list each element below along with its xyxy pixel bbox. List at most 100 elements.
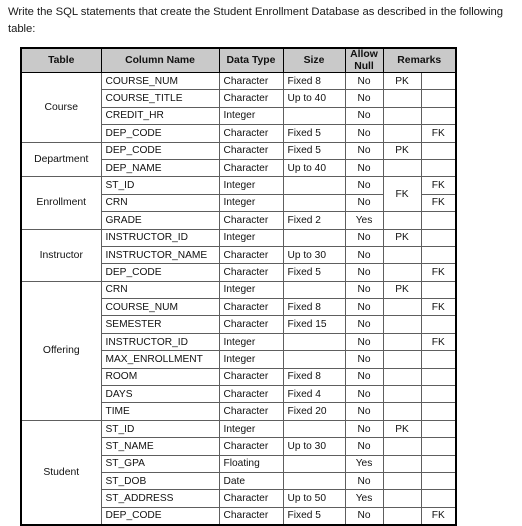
cell-column-name: DEP_CODE [100,506,220,526]
cell-remarks-pk [382,437,422,456]
cell-size [282,454,346,473]
cell-remarks-pk: PK [382,71,422,91]
cell-data-type: Date [218,471,284,491]
cell-allow-null: No [344,71,384,91]
cell-column-name: ST_GPA [100,454,220,473]
cell-remarks-fk [420,489,457,508]
cell-allow-null: Yes [344,454,384,473]
cell-remarks-fk [420,437,457,456]
cell-data-type: Integer [218,193,284,213]
table-row: Course COURSE_NUM Character Fixed 8 No PK [20,71,457,143]
cell-column-name: ST_ID [100,419,220,439]
cell-remarks-pk [382,367,422,387]
table-group-name: Offering [20,280,102,421]
cell-column-name: COURSE_NUM [100,298,220,317]
cell-remarks-pk [382,471,422,491]
cell-remarks-fk [420,315,457,334]
table-row: Instructor INSTRUCTOR_ID Integer No PK [20,228,457,282]
header-table: Table [20,47,102,73]
cell-remarks-pk [382,211,422,230]
cell-remarks-pk: FK [382,176,422,213]
cell-column-name: COURSE_NUM [100,71,220,91]
cell-allow-null: Yes [344,211,384,230]
database-spec-table: Table Column Name Data Type Size Allow Nu… [20,47,457,526]
cell-data-type: Character [218,158,284,178]
cell-remarks-pk: PK [382,228,422,247]
cell-column-name: DEP_NAME [100,158,220,178]
cell-size: Up to 30 [282,437,346,456]
cell-remarks-fk [420,211,457,230]
cell-size: Fixed 4 [282,385,346,404]
cell-column-name: ST_ID [100,176,220,195]
cell-allow-null: No [344,402,384,421]
cell-column-name: DAYS [100,385,220,404]
cell-allow-null: No [344,350,384,369]
cell-data-type: Integer [218,350,284,369]
cell-column-name: INSTRUCTOR_ID [100,332,220,352]
header-data-type: Data Type [218,47,284,73]
table-body: Course COURSE_NUM Character Fixed 8 No PK COUR… [20,71,457,526]
header-remarks: Remarks [382,47,457,73]
cell-data-type: Character [218,367,284,387]
cell-remarks-fk: FK [420,332,457,352]
cell-remarks-fk [420,71,457,91]
cell-size [282,176,346,195]
cell-size: Up to 40 [282,89,346,108]
cell-size: Fixed 5 [282,141,346,160]
cell-remarks-pk [382,245,422,265]
cell-data-type: Integer [218,280,284,300]
cell-column-name: INSTRUCTOR_ID [100,228,220,247]
cell-allow-null: No [344,471,384,491]
cell-data-type: Integer [218,228,284,247]
cell-data-type: Character [218,385,284,404]
cell-allow-null: No [344,506,384,526]
cell-remarks-pk: PK [382,141,422,160]
cell-allow-null: No [344,419,384,439]
cell-allow-null: No [344,315,384,334]
cell-column-name: TIME [100,402,220,421]
cell-size: Fixed 8 [282,367,346,387]
cell-remarks-fk: FK [420,263,457,282]
cell-remarks-pk [382,454,422,473]
cell-remarks-fk [420,89,457,108]
cell-column-name: INSTRUCTOR_NAME [100,245,220,265]
table-group-name: Student [20,419,102,526]
cell-size [282,280,346,300]
cell-allow-null: No [344,263,384,282]
cell-remarks-pk [382,506,422,526]
cell-data-type: Character [218,298,284,317]
cell-allow-null: No [344,280,384,300]
cell-column-name: DEP_CODE [100,263,220,282]
cell-data-type: Character [218,245,284,265]
cell-column-name: GRADE [100,211,220,230]
cell-remarks-fk [420,280,457,300]
document-page: Write the SQL statements that create the… [0,0,522,526]
cell-data-type: Floating [218,454,284,473]
cell-remarks-fk [420,228,457,247]
cell-allow-null: No [344,437,384,456]
cell-remarks-pk [382,106,422,126]
header-column-name: Column Name [100,47,220,73]
page-title: Write the SQL statements that create the… [8,6,503,35]
header-allow-null: Allow Null [344,47,384,73]
cell-column-name: ST_DOB [100,471,220,491]
cell-size [282,471,346,491]
cell-remarks-fk: FK [420,506,457,526]
cell-data-type: Character [218,211,284,230]
cell-size: Fixed 20 [282,402,346,421]
cell-remarks-fk [420,385,457,404]
cell-allow-null: No [344,89,384,108]
cell-allow-null: No [344,298,384,317]
cell-allow-null: No [344,332,384,352]
cell-column-name: DEP_CODE [100,124,220,143]
cell-data-type: Integer [218,419,284,439]
cell-column-name: CREDIT_HR [100,106,220,126]
cell-allow-null: No [344,106,384,126]
cell-remarks-pk [382,350,422,369]
cell-data-type: Character [218,437,284,456]
cell-allow-null: No [344,158,384,178]
cell-size [282,193,346,213]
cell-remarks-pk [382,158,422,178]
cell-data-type: Character [218,315,284,334]
cell-size [282,350,346,369]
